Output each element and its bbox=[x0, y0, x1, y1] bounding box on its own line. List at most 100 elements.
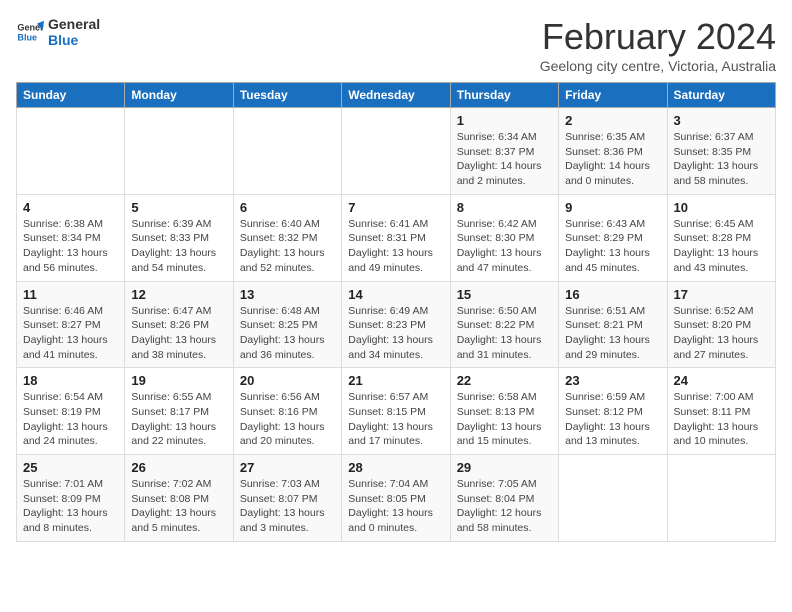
day-cell: 7 Sunrise: 6:41 AM Sunset: 8:31 PM Daylig… bbox=[342, 194, 450, 281]
day-info: Sunrise: 6:42 AM Sunset: 8:30 PM Dayligh… bbox=[457, 217, 552, 276]
day-info: Sunrise: 6:34 AM Sunset: 8:37 PM Dayligh… bbox=[457, 130, 552, 189]
day-number: 27 bbox=[240, 460, 335, 475]
day-cell: 9Sunrise: 6:43 AM Sunset: 8:29 PM Daylig… bbox=[559, 194, 667, 281]
day-cell: 18 Sunrise: 6:54 AM Sunset: 8:19 PM Dayli… bbox=[17, 368, 125, 455]
day-info: Sunrise: 6:39 AM Sunset: 8:33 PM Dayligh… bbox=[131, 217, 226, 276]
week-row-3: 11 Sunrise: 6:46 AM Sunset: 8:27 PM Dayli… bbox=[17, 281, 776, 368]
day-number: 7 bbox=[348, 200, 443, 215]
day-cell: 2 Sunrise: 6:35 AM Sunset: 8:36 PM Daylig… bbox=[559, 108, 667, 195]
day-cell bbox=[342, 108, 450, 195]
day-cell: 22 Sunrise: 6:58 AM Sunset: 8:13 PM Dayli… bbox=[450, 368, 558, 455]
day-info: Sunrise: 7:05 AM Sunset: 8:04 PM Dayligh… bbox=[457, 477, 552, 536]
day-cell: 13Sunrise: 6:48 AM Sunset: 8:25 PM Dayli… bbox=[233, 281, 341, 368]
location-subtitle: Geelong city centre, Victoria, Australia bbox=[540, 58, 776, 74]
day-info: Sunrise: 6:57 AM Sunset: 8:15 PM Dayligh… bbox=[348, 390, 443, 449]
title-area: February 2024 Geelong city centre, Victo… bbox=[540, 16, 776, 74]
day-cell bbox=[559, 455, 667, 542]
day-cell: 17 Sunrise: 6:52 AM Sunset: 8:20 PM Dayli… bbox=[667, 281, 775, 368]
logo-general: General bbox=[48, 16, 100, 32]
day-info: Sunrise: 6:54 AM Sunset: 8:19 PM Dayligh… bbox=[23, 390, 118, 449]
day-number: 21 bbox=[348, 373, 443, 388]
day-cell bbox=[667, 455, 775, 542]
day-info: Sunrise: 6:41 AM Sunset: 8:31 PM Dayligh… bbox=[348, 217, 443, 276]
day-header-tuesday: Tuesday bbox=[233, 83, 341, 108]
day-info: Sunrise: 6:59 AM Sunset: 8:12 PM Dayligh… bbox=[565, 390, 660, 449]
day-cell bbox=[17, 108, 125, 195]
day-info: Sunrise: 6:46 AM Sunset: 8:27 PM Dayligh… bbox=[23, 304, 118, 363]
day-number: 26 bbox=[131, 460, 226, 475]
day-info: Sunrise: 6:45 AM Sunset: 8:28 PM Dayligh… bbox=[674, 217, 769, 276]
day-header-sunday: Sunday bbox=[17, 83, 125, 108]
day-header-wednesday: Wednesday bbox=[342, 83, 450, 108]
day-info: Sunrise: 6:50 AM Sunset: 8:22 PM Dayligh… bbox=[457, 304, 552, 363]
day-number: 12 bbox=[131, 287, 226, 302]
day-number: 25 bbox=[23, 460, 118, 475]
day-info: Sunrise: 7:01 AM Sunset: 8:09 PM Dayligh… bbox=[23, 477, 118, 536]
day-info: Sunrise: 7:03 AM Sunset: 8:07 PM Dayligh… bbox=[240, 477, 335, 536]
day-number: 22 bbox=[457, 373, 552, 388]
day-info: Sunrise: 6:58 AM Sunset: 8:13 PM Dayligh… bbox=[457, 390, 552, 449]
day-info: Sunrise: 6:35 AM Sunset: 8:36 PM Dayligh… bbox=[565, 130, 660, 189]
day-cell: 28 Sunrise: 7:04 AM Sunset: 8:05 PM Dayli… bbox=[342, 455, 450, 542]
day-cell: 12Sunrise: 6:47 AM Sunset: 8:26 PM Dayli… bbox=[125, 281, 233, 368]
day-cell: 23 Sunrise: 6:59 AM Sunset: 8:12 PM Dayli… bbox=[559, 368, 667, 455]
day-number: 15 bbox=[457, 287, 552, 302]
day-number: 1 bbox=[457, 113, 552, 128]
header: General Blue General Blue February 2024 … bbox=[16, 16, 776, 74]
logo: General Blue General Blue bbox=[16, 16, 100, 48]
day-header-saturday: Saturday bbox=[667, 83, 775, 108]
day-number: 28 bbox=[348, 460, 443, 475]
week-row-1: 1 Sunrise: 6:34 AM Sunset: 8:37 PM Daylig… bbox=[17, 108, 776, 195]
day-number: 24 bbox=[674, 373, 769, 388]
day-cell: 20Sunrise: 6:56 AM Sunset: 8:16 PM Dayli… bbox=[233, 368, 341, 455]
day-number: 2 bbox=[565, 113, 660, 128]
day-number: 17 bbox=[674, 287, 769, 302]
day-cell bbox=[125, 108, 233, 195]
day-cell: 16 Sunrise: 6:51 AM Sunset: 8:21 PM Dayli… bbox=[559, 281, 667, 368]
day-cell: 25 Sunrise: 7:01 AM Sunset: 8:09 PM Dayli… bbox=[17, 455, 125, 542]
day-cell: 8 Sunrise: 6:42 AM Sunset: 8:30 PM Daylig… bbox=[450, 194, 558, 281]
day-number: 8 bbox=[457, 200, 552, 215]
day-cell: 6Sunrise: 6:40 AM Sunset: 8:32 PM Daylig… bbox=[233, 194, 341, 281]
day-info: Sunrise: 6:37 AM Sunset: 8:35 PM Dayligh… bbox=[674, 130, 769, 189]
day-info: Sunrise: 7:04 AM Sunset: 8:05 PM Dayligh… bbox=[348, 477, 443, 536]
day-cell: 27 Sunrise: 7:03 AM Sunset: 8:07 PM Dayli… bbox=[233, 455, 341, 542]
day-number: 4 bbox=[23, 200, 118, 215]
day-cell: 11 Sunrise: 6:46 AM Sunset: 8:27 PM Dayli… bbox=[17, 281, 125, 368]
day-info: Sunrise: 6:55 AM Sunset: 8:17 PM Dayligh… bbox=[131, 390, 226, 449]
day-info: Sunrise: 6:43 AM Sunset: 8:29 PM Dayligh… bbox=[565, 217, 660, 276]
day-info: Sunrise: 6:52 AM Sunset: 8:20 PM Dayligh… bbox=[674, 304, 769, 363]
day-number: 29 bbox=[457, 460, 552, 475]
day-cell bbox=[233, 108, 341, 195]
days-header-row: SundayMondayTuesdayWednesdayThursdayFrid… bbox=[17, 83, 776, 108]
day-number: 10 bbox=[674, 200, 769, 215]
day-cell: 24 Sunrise: 7:00 AM Sunset: 8:11 PM Dayli… bbox=[667, 368, 775, 455]
day-number: 14 bbox=[348, 287, 443, 302]
week-row-2: 4Sunrise: 6:38 AM Sunset: 8:34 PM Daylig… bbox=[17, 194, 776, 281]
day-number: 3 bbox=[674, 113, 769, 128]
day-header-monday: Monday bbox=[125, 83, 233, 108]
day-number: 20 bbox=[240, 373, 335, 388]
svg-text:Blue: Blue bbox=[17, 32, 37, 42]
day-number: 16 bbox=[565, 287, 660, 302]
day-info: Sunrise: 6:49 AM Sunset: 8:23 PM Dayligh… bbox=[348, 304, 443, 363]
day-cell: 5 Sunrise: 6:39 AM Sunset: 8:33 PM Daylig… bbox=[125, 194, 233, 281]
day-number: 5 bbox=[131, 200, 226, 215]
day-number: 19 bbox=[131, 373, 226, 388]
day-header-thursday: Thursday bbox=[450, 83, 558, 108]
day-cell: 21 Sunrise: 6:57 AM Sunset: 8:15 PM Dayli… bbox=[342, 368, 450, 455]
day-number: 23 bbox=[565, 373, 660, 388]
month-title: February 2024 bbox=[540, 16, 776, 58]
day-number: 11 bbox=[23, 287, 118, 302]
day-info: Sunrise: 6:51 AM Sunset: 8:21 PM Dayligh… bbox=[565, 304, 660, 363]
day-info: Sunrise: 7:00 AM Sunset: 8:11 PM Dayligh… bbox=[674, 390, 769, 449]
logo-icon: General Blue bbox=[16, 18, 44, 46]
day-cell: 29 Sunrise: 7:05 AM Sunset: 8:04 PM Dayli… bbox=[450, 455, 558, 542]
day-number: 18 bbox=[23, 373, 118, 388]
day-cell: 14 Sunrise: 6:49 AM Sunset: 8:23 PM Dayli… bbox=[342, 281, 450, 368]
day-cell: 4Sunrise: 6:38 AM Sunset: 8:34 PM Daylig… bbox=[17, 194, 125, 281]
day-info: Sunrise: 6:48 AM Sunset: 8:25 PM Dayligh… bbox=[240, 304, 335, 363]
day-cell: 10 Sunrise: 6:45 AM Sunset: 8:28 PM Dayli… bbox=[667, 194, 775, 281]
week-row-5: 25 Sunrise: 7:01 AM Sunset: 8:09 PM Dayli… bbox=[17, 455, 776, 542]
logo-blue: Blue bbox=[48, 32, 100, 48]
